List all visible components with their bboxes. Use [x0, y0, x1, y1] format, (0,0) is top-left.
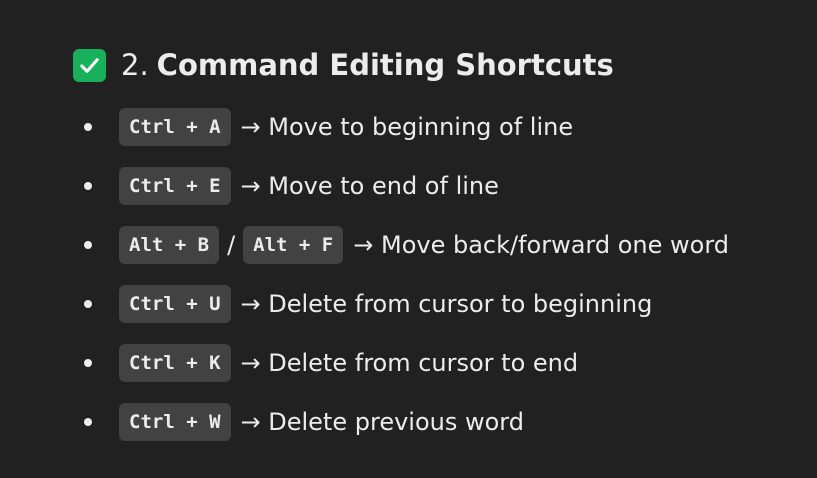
shortcut-description: → Delete previous word [240, 407, 524, 436]
shortcut-list: Ctrl + A → Move to beginning of line Ctr… [73, 107, 729, 461]
shortcuts-section: 2. Command Editing Shortcuts Ctrl + A → … [73, 42, 793, 441]
section-number: 2. [121, 48, 149, 82]
bullet-icon [84, 418, 92, 426]
list-item: Ctrl + A → Move to beginning of line [73, 107, 729, 146]
list-item: Ctrl + W → Delete previous word [73, 402, 729, 441]
shortcut-description: → Delete from cursor to end [240, 348, 579, 377]
shortcut-description: → Move back/forward one word [353, 230, 730, 259]
section-title: Command Editing Shortcuts [156, 48, 614, 82]
key-combo: Alt + B [119, 225, 220, 264]
bullet-icon [84, 300, 92, 308]
key-separator: / [227, 230, 236, 259]
bullet-icon [84, 123, 92, 131]
list-item: Ctrl + U → Delete from cursor to beginni… [73, 284, 729, 323]
check-mark-icon [73, 48, 106, 82]
shortcut-description: → Move to beginning of line [240, 112, 574, 141]
bullet-icon [84, 182, 92, 190]
key-combo: Alt + F [243, 225, 344, 264]
list-item: Alt + B / Alt + F → Move back/forward on… [73, 225, 729, 264]
list-item: Ctrl + K → Delete from cursor to end [73, 343, 729, 382]
bullet-icon [84, 241, 92, 249]
key-combo: Ctrl + A [119, 107, 231, 146]
key-combo: Ctrl + W [119, 402, 231, 441]
shortcut-description: → Move to end of line [240, 171, 499, 200]
shortcut-description: → Delete from cursor to beginning [240, 289, 653, 318]
key-combo: Ctrl + U [119, 284, 231, 323]
key-combo: Ctrl + E [119, 166, 231, 205]
section-heading: 2. Command Editing Shortcuts [73, 42, 793, 88]
bullet-icon [84, 359, 92, 367]
list-item: Ctrl + E → Move to end of line [73, 166, 729, 205]
key-combo: Ctrl + K [119, 343, 231, 382]
